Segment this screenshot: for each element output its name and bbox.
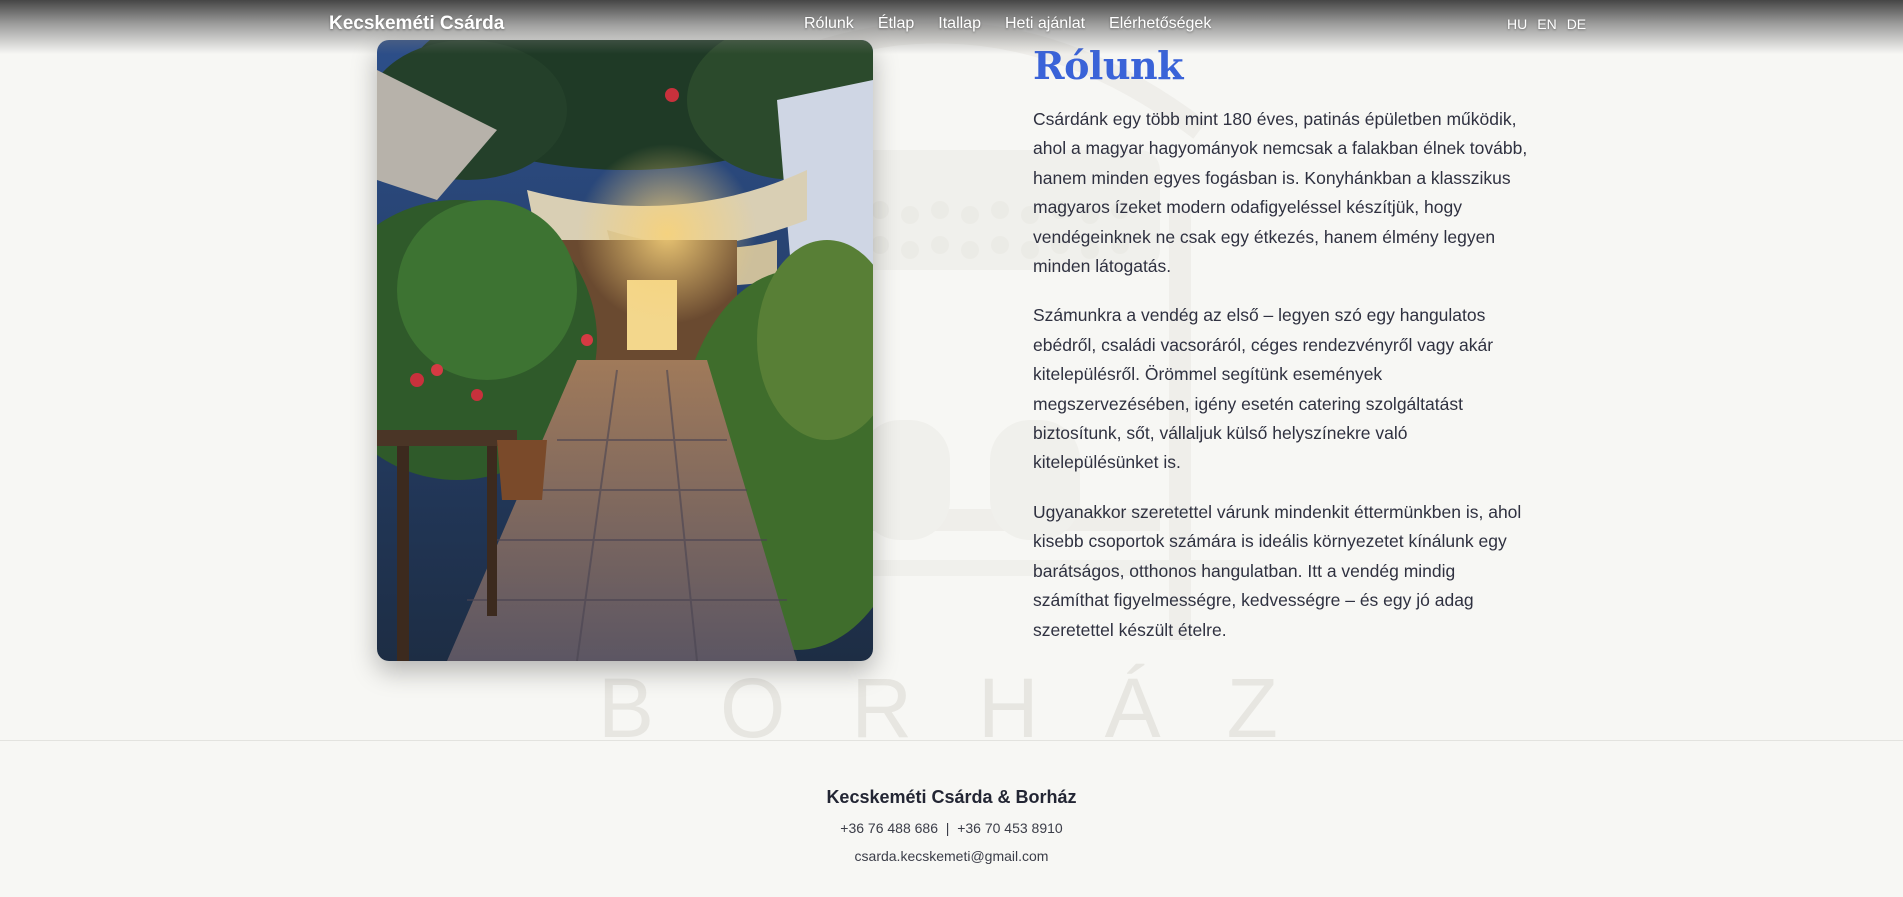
footer-email[interactable]: csarda.kecskemeti@gmail.com: [0, 848, 1903, 864]
nav-link-itallap[interactable]: Itallap: [938, 15, 981, 33]
top-navbar: Kecskeméti Csárda Rólunk Étlap Itallap H…: [0, 0, 1903, 54]
brand-logo-link[interactable]: Kecskeméti Csárda: [329, 13, 504, 35]
about-paragraph: Ugyanakkor szeretettel várunk mindenkit …: [1033, 501, 1522, 640]
footer: Kecskeméti Csárda & Borház +36 76 488 68…: [0, 740, 1903, 897]
nav-link-etlap[interactable]: Étlap: [878, 15, 914, 33]
lang-en[interactable]: EN: [1537, 16, 1556, 32]
lang-de[interactable]: DE: [1567, 16, 1586, 32]
footer-phone-1[interactable]: +36 76 488 686: [840, 820, 938, 836]
footer-phone-2[interactable]: +36 70 453 8910: [957, 820, 1063, 836]
about-section: Rólunk Csárdánk egy több mint 180 éves, …: [1033, 40, 1533, 645]
footer-phones: +36 76 488 686 | +36 70 453 8910: [0, 820, 1903, 836]
language-switcher: HU EN DE: [1507, 16, 1586, 32]
footer-phone-separator: |: [945, 820, 950, 836]
terrace-photo: [377, 40, 873, 661]
nav-link-elerhetosegek[interactable]: Elérhetőségek: [1109, 15, 1211, 33]
about-paragraph: Csárdánk egy több mint 180 éves, patinás…: [1033, 109, 1528, 277]
nav-link-heti-ajanlat[interactable]: Heti ajánlat: [1005, 15, 1085, 33]
nav-link-rolunk[interactable]: Rólunk: [804, 15, 854, 33]
about-paragraph: Számunkra a vendég az első – legyen szó …: [1033, 305, 1494, 473]
main-nav: Rólunk Étlap Itallap Heti ajánlat Elérhe…: [804, 15, 1235, 33]
footer-business-name: Kecskeméti Csárda & Borház: [826, 787, 1077, 807]
lang-hu[interactable]: HU: [1507, 16, 1527, 32]
